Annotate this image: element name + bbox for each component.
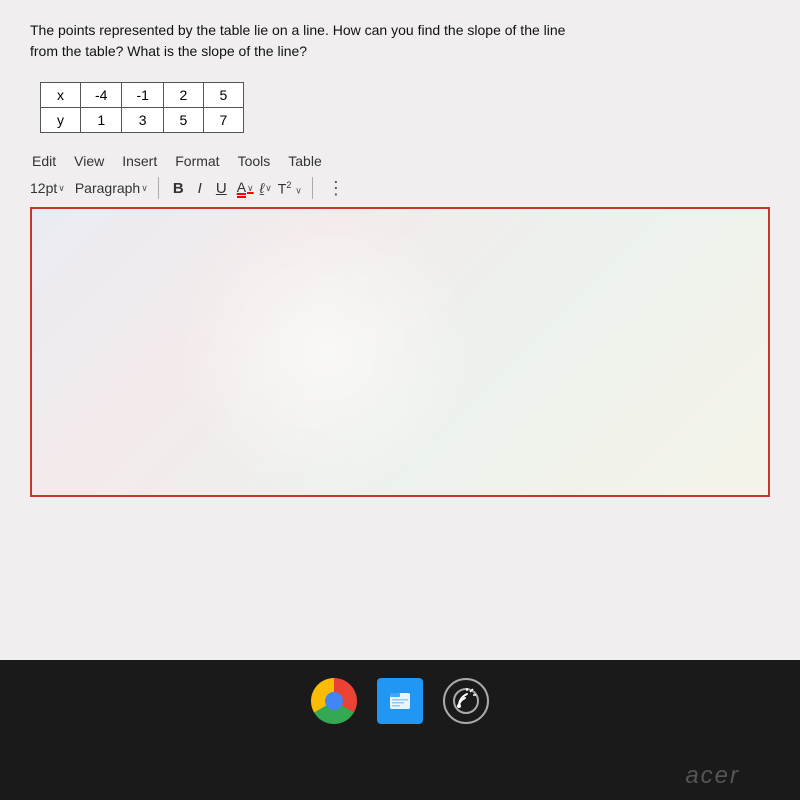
question-line1: The points represented by the table lie …	[30, 22, 565, 38]
superscript-button[interactable]: T2 ∨	[278, 180, 302, 197]
underline-button[interactable]: U	[212, 178, 231, 199]
files-svg	[386, 687, 414, 715]
brand-text: acer	[685, 762, 740, 790]
table-y2: 3	[122, 108, 163, 133]
chrome-inner-circle	[325, 692, 343, 710]
paragraph-arrow: ∨	[141, 183, 148, 194]
toolbar-divider-1	[158, 177, 159, 199]
editor-toolbar: 12pt ∨ Paragraph ∨ B I U A ∨ ℓ ∨ T2 ∨ ⋮	[30, 177, 770, 199]
font-color-arrow: ∨	[247, 183, 254, 194]
font-color-label: A	[237, 179, 246, 198]
cast-svg	[451, 686, 481, 716]
editor-menu: Edit View Insert Format Tools Table	[30, 153, 770, 169]
menu-insert[interactable]: Insert	[122, 153, 157, 169]
superscript-num: 2	[286, 180, 291, 190]
menu-edit[interactable]: Edit	[32, 153, 56, 169]
paragraph-label: Paragraph	[75, 180, 140, 196]
toolbar-divider-2	[312, 177, 313, 199]
font-size-label: 12pt	[30, 180, 57, 196]
data-table: x -4 -1 2 5 y 1 3 5 7	[40, 82, 244, 133]
table-header-x: x	[41, 83, 81, 108]
highlight-label: ℓ	[260, 180, 265, 196]
table-y4: 7	[203, 108, 243, 133]
highlight-arrow: ∨	[265, 183, 272, 194]
paragraph-selector[interactable]: Paragraph ∨	[75, 180, 148, 196]
table-y1: 1	[81, 108, 122, 133]
menu-view[interactable]: View	[74, 153, 104, 169]
font-size-selector[interactable]: 12pt ∨	[30, 180, 65, 196]
menu-tools[interactable]: Tools	[238, 153, 271, 169]
question-block: The points represented by the table lie …	[30, 20, 770, 62]
highlight-button[interactable]: ℓ ∨	[260, 180, 272, 196]
table-x3: 2	[163, 83, 203, 108]
bold-button[interactable]: B	[169, 178, 188, 199]
table-y3: 5	[163, 108, 203, 133]
italic-button[interactable]: I	[194, 178, 206, 199]
cast-icon[interactable]	[443, 678, 489, 724]
table-x1: -4	[81, 83, 122, 108]
more-options-button[interactable]: ⋮	[327, 178, 345, 199]
font-size-arrow: ∨	[58, 183, 65, 194]
chrome-icon[interactable]	[311, 678, 357, 724]
font-color-button[interactable]: A ∨	[237, 179, 254, 198]
editor-glow	[176, 207, 476, 497]
table-x2: -1	[122, 83, 163, 108]
table-x4: 5	[203, 83, 243, 108]
files-icon[interactable]	[377, 678, 423, 724]
main-content: The points represented by the table lie …	[0, 0, 800, 660]
text-editor-area[interactable]	[30, 207, 770, 497]
question-line2: from the table? What is the slope of the…	[30, 43, 307, 59]
table-header-y: y	[41, 108, 81, 133]
menu-table[interactable]: Table	[288, 153, 321, 169]
menu-format[interactable]: Format	[175, 153, 219, 169]
taskbar: acer	[0, 660, 800, 800]
